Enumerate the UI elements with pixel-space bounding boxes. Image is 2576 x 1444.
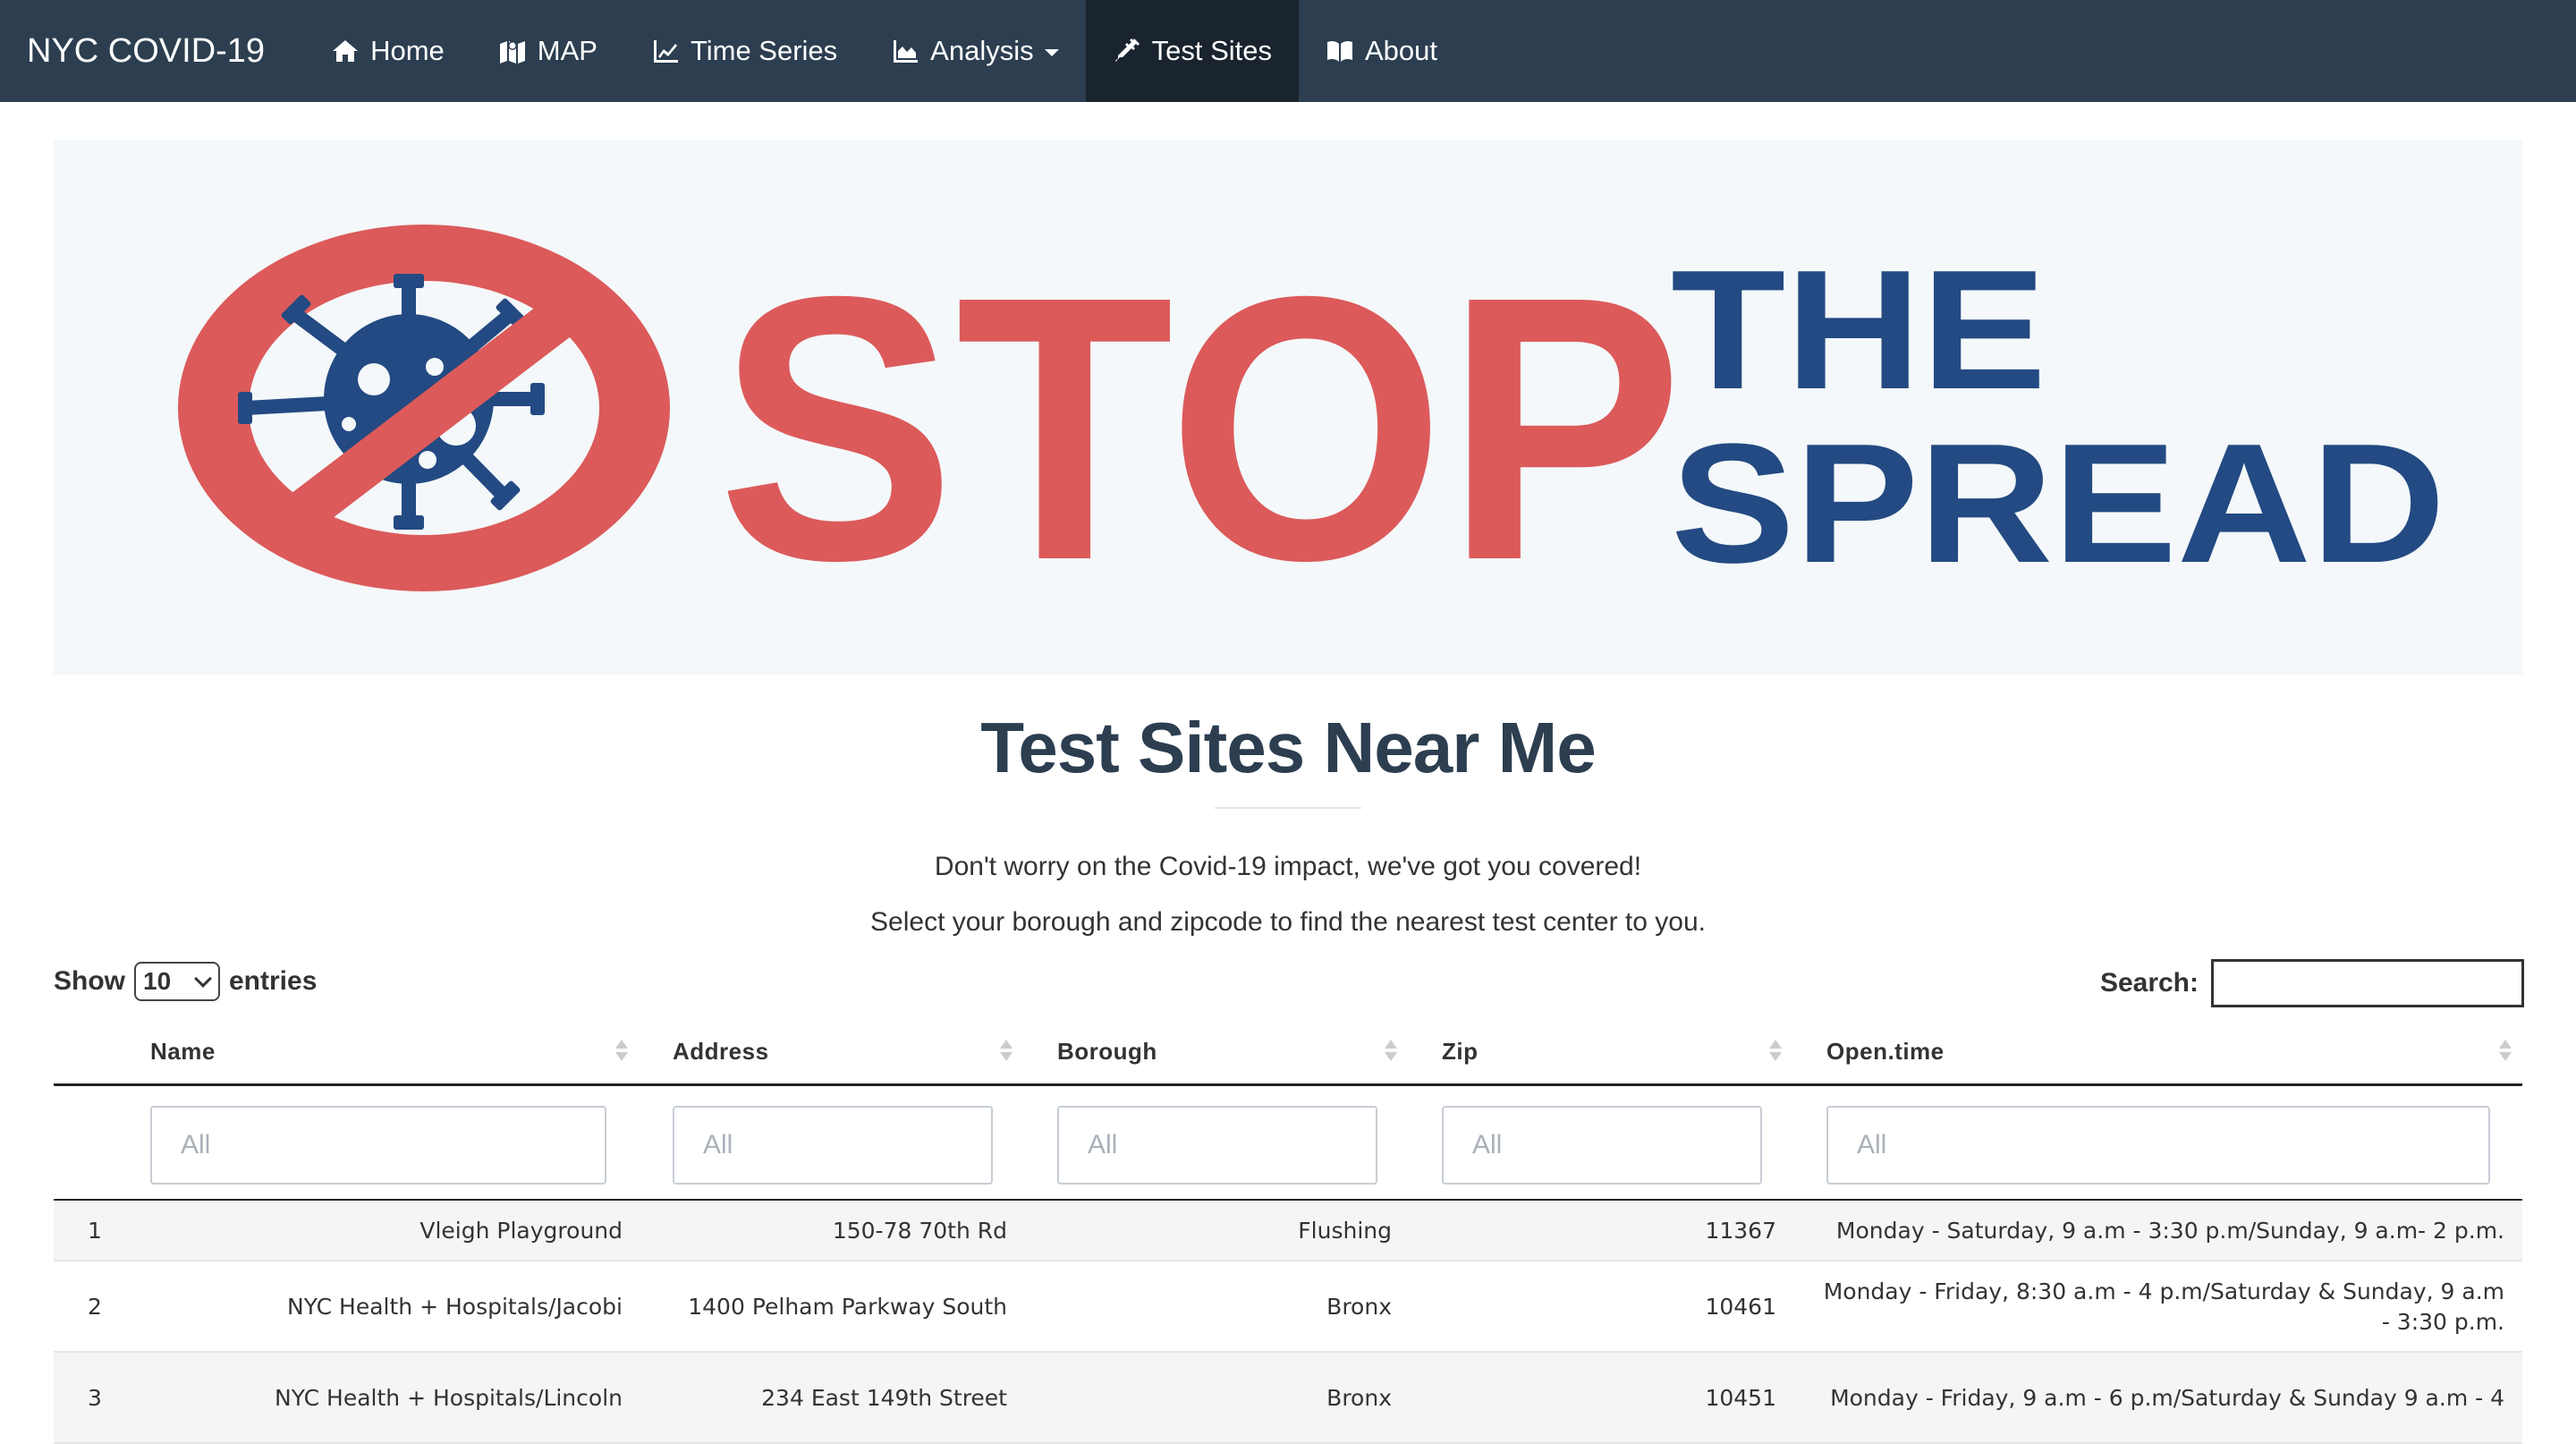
open-time-filter-input[interactable]: All — [1826, 1106, 2490, 1185]
entries-length-control: Show 10 entries — [54, 961, 317, 1002]
site-name: NYC Health + Hospitals/Jacobi — [287, 1294, 623, 1320]
name-filter-input[interactable]: All — [150, 1106, 606, 1185]
sort-icon[interactable] — [1768, 1038, 1783, 1065]
search-label: Search: — [2099, 968, 2199, 998]
home-icon — [333, 40, 359, 62]
site-borough: Bronx — [1326, 1385, 1392, 1411]
site-borough: Bronx — [1326, 1294, 1392, 1320]
stop-the-spread-banner: STOP THE SPREAD — [54, 140, 2522, 675]
nav-map[interactable]: MAP — [471, 0, 624, 102]
search-input[interactable] — [2211, 959, 2524, 1007]
nav-test-sites-label: Test Sites — [1151, 35, 1272, 66]
site-zip: 10461 — [1705, 1294, 1776, 1320]
column-header-address[interactable]: Address — [673, 1022, 769, 1086]
no-virus-icon — [178, 225, 670, 591]
table-search-control: Search: — [2100, 959, 2524, 1007]
entries-select-value: 10 — [143, 967, 172, 995]
site-name: Vleigh Playground — [419, 1218, 623, 1244]
site-address: 1400 Pelham Parkway South — [688, 1294, 1007, 1320]
title-divider — [1215, 807, 1361, 809]
site-zip: 11367 — [1705, 1218, 1776, 1244]
nav-map-label: MAP — [537, 35, 597, 66]
test-sites-table: Name Address Borough Zip Open.time All A… — [54, 1022, 2522, 1444]
column-header-name[interactable]: Name — [150, 1022, 216, 1086]
row-index: 2 — [88, 1294, 102, 1320]
site-name: NYC Health + Hospitals/Lincoln — [275, 1385, 623, 1411]
area-chart-icon — [894, 40, 919, 63]
banner-stop-text: STOP — [717, 219, 1683, 639]
nav-test-sites[interactable]: Test Sites — [1085, 0, 1299, 102]
site-borough: Flushing — [1298, 1218, 1392, 1244]
nav-time-series-label: Time Series — [690, 35, 838, 66]
entries-label: entries — [229, 966, 318, 996]
site-zip: 10451 — [1705, 1385, 1776, 1411]
syringe-icon — [1114, 38, 1140, 62]
nav-about[interactable]: About — [1299, 0, 1464, 102]
intro-text-line2: Select your borough and zipcode to find … — [870, 907, 1706, 937]
site-open-time: Monday - Friday, 8:30 a.m - 4 p.m/Saturd… — [1823, 1278, 2504, 1335]
site-address: 234 East 149th Street — [761, 1385, 1007, 1411]
banner-spread-text: SPREAD — [1671, 409, 2445, 599]
banner-the-text: THE — [1671, 235, 2046, 425]
table-row[interactable]: 3 NYC Health + Hospitals/Lincoln 234 Eas… — [54, 1353, 2522, 1444]
entries-select[interactable]: 10 — [134, 962, 220, 1001]
sort-icon[interactable] — [999, 1038, 1013, 1065]
nav-time-series[interactable]: Time Series — [624, 0, 864, 102]
top-navbar: NYC COVID-19 Home MAP Time Series Analys… — [0, 0, 2576, 102]
row-index: 1 — [88, 1218, 102, 1244]
table-row[interactable]: 2 NYC Health + Hospitals/Jacobi 1400 Pel… — [54, 1261, 2522, 1353]
chevron-down-icon — [1044, 49, 1059, 56]
nav-analysis[interactable]: Analysis — [864, 0, 1085, 102]
table-header-row: Name Address Borough Zip Open.time — [54, 1022, 2522, 1086]
column-header-open-time[interactable]: Open.time — [1826, 1022, 1945, 1086]
column-filter-row: All All All All All — [54, 1086, 2522, 1201]
brand-title[interactable]: NYC COVID-19 — [0, 0, 304, 102]
page-title: Test Sites Near Me — [980, 708, 1596, 787]
nav-analysis-label: Analysis — [930, 35, 1034, 66]
map-icon — [499, 41, 525, 64]
borough-filter-input[interactable]: All — [1057, 1106, 1377, 1185]
site-address: 150-78 70th Rd — [832, 1218, 1007, 1244]
intro-text-line1: Don't worry on the Covid-19 impact, we'v… — [934, 852, 1642, 881]
row-index: 3 — [88, 1385, 102, 1411]
book-icon — [1327, 40, 1352, 62]
address-filter-input[interactable]: All — [673, 1106, 993, 1185]
show-label: Show — [54, 966, 125, 996]
column-header-zip[interactable]: Zip — [1442, 1022, 1479, 1086]
nav-home-label: Home — [370, 35, 445, 66]
zip-filter-input[interactable]: All — [1442, 1106, 1762, 1185]
nav-home[interactable]: Home — [304, 0, 471, 102]
nav-about-label: About — [1365, 35, 1438, 66]
sort-icon[interactable] — [1384, 1038, 1398, 1065]
site-open-time: Monday - Friday, 9 a.m - 6 p.m/Saturday … — [1830, 1385, 2504, 1411]
chevron-down-icon — [194, 970, 212, 988]
line-chart-icon — [653, 40, 678, 63]
site-open-time: Monday - Saturday, 9 a.m - 3:30 p.m/Sund… — [1835, 1218, 2504, 1244]
sort-icon[interactable] — [614, 1038, 629, 1065]
stop-the-spread-graphic: STOP THE SPREAD — [178, 219, 2445, 639]
table-row[interactable]: 1 Vleigh Playground 150-78 70th Rd Flush… — [54, 1201, 2522, 1261]
column-header-borough[interactable]: Borough — [1057, 1022, 1157, 1086]
sort-icon[interactable] — [2498, 1038, 2512, 1065]
